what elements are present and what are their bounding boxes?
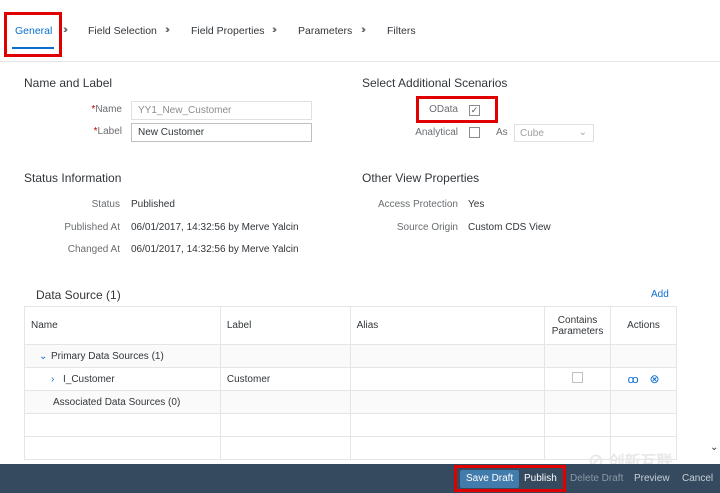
column-header-contains-parameters[interactable]: Contains Parameters [544,306,612,345]
binoculars-icon[interactable]: ꝏ [627,374,638,386]
row-label: Customer [219,367,351,391]
published-at-value: 06/01/2017, 14:32:56 by Merve Yalcin [131,222,299,233]
tab-filters[interactable]: Filters [387,25,416,37]
chevron-down-icon[interactable]: ⌄ [39,351,51,362]
chevron-right-icon: ››› [272,24,277,36]
data-source-title: Data Source (1) [36,288,121,302]
source-origin-value: Custom CDS View [468,222,551,233]
associated-group-label: Associated Data Sources (0) [24,390,221,414]
odata-checkbox[interactable]: ✓ [469,105,480,116]
table-header-row: Name Label Alias Contains Parameters Act… [24,306,677,345]
odata-label: OData [429,104,458,115]
as-select-value: Cube [520,128,544,139]
contains-parameters-checkbox[interactable] [572,372,584,383]
footer-toolbar: Save Draft Publish Delete Draft Preview … [0,464,720,493]
table-row-primary-group[interactable]: ⌄ Primary Data Sources (1) [24,344,677,368]
chevron-right-icon: ››› [165,24,170,36]
access-protection-label: Access Protection [377,199,458,210]
name-label-text: Name [95,104,122,115]
section-title-name-label: Name and Label [24,76,113,90]
column-header-name[interactable]: Name [24,306,221,345]
source-origin-label: Source Origin [396,222,458,233]
save-draft-button[interactable]: Save Draft [460,470,520,488]
tab-field-properties[interactable]: Field Properties [191,25,265,37]
remove-circle-icon[interactable]: ⊗ [649,372,659,386]
table-row [24,413,677,437]
row-alias[interactable] [349,367,546,391]
status-value: Published [131,199,175,210]
table-row [24,436,677,460]
analytical-checkbox[interactable] [469,127,480,138]
as-select[interactable]: Cube ⌄ [514,124,594,142]
table-row-associated-group[interactable]: Associated Data Sources (0) [24,390,677,414]
primary-group-label: Primary Data Sources (1) [51,350,164,362]
chevron-down-icon[interactable]: ⌄ [710,442,718,453]
label-label-text: Label [97,126,122,137]
tab-parameters[interactable]: Parameters [298,25,352,37]
column-header-alias[interactable]: Alias [349,306,546,345]
name-field-label: *Name [91,104,122,115]
active-tab-indicator [12,47,54,49]
section-title-status: Status Information [24,171,122,185]
tab-general[interactable]: General [15,25,52,37]
table-row[interactable]: › I_Customer Customer ꝏ ⊗ [24,367,677,391]
as-label: As [496,127,508,138]
data-source-table: Name Label Alias Contains Parameters Act… [24,306,677,460]
publish-button[interactable]: Publish [518,470,563,488]
contains-line-2: Parameters [551,325,604,337]
column-header-actions: Actions [610,306,677,345]
chevron-down-icon: ⌄ [578,127,587,138]
name-input[interactable]: YY1_New_Customer [131,101,312,120]
changed-at-label: Changed At [67,244,120,255]
chevron-right-icon: ››› [63,24,68,36]
contains-line-1: Contains [557,314,598,326]
section-title-scenarios: Select Additional Scenarios [362,76,508,90]
status-label: Status [91,199,120,210]
cancel-button[interactable]: Cancel [676,470,719,488]
delete-draft-button[interactable]: Delete Draft [564,470,629,488]
section-title-other-view: Other View Properties [362,171,480,185]
chevron-right-icon[interactable]: › [51,374,63,385]
tab-bar: General ››› Field Selection ››› Field Pr… [0,0,720,62]
row-name: I_Customer [63,373,115,385]
column-header-label[interactable]: Label [219,306,351,345]
analytical-label: Analytical [415,127,458,138]
label-input[interactable]: New Customer [131,123,312,142]
tab-field-selection[interactable]: Field Selection [88,25,157,37]
published-at-label: Published At [64,222,120,233]
access-protection-value: Yes [468,199,485,210]
preview-button[interactable]: Preview [628,470,676,488]
label-field-label: *Label [93,126,122,137]
chevron-right-icon: ››› [361,24,366,36]
add-data-source-link[interactable]: Add [651,289,669,300]
changed-at-value: 06/01/2017, 14:32:56 by Merve Yalcin [131,244,299,255]
